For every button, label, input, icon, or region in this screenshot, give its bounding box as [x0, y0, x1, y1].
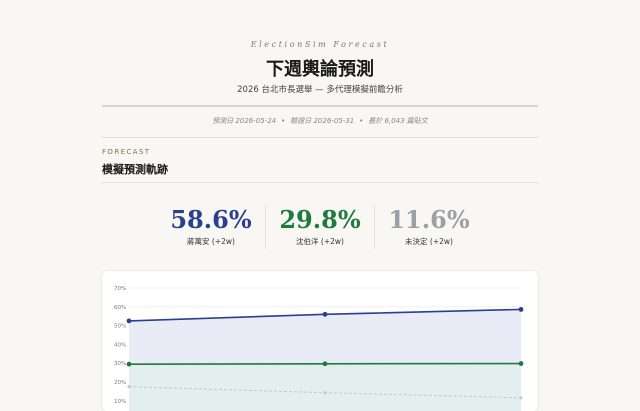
stats-row: 58.6% 蔣萬安 (+2w) 29.8% 沈伯洋 (+2w) 11.6% 未決…: [157, 205, 483, 249]
stat-label: 未決定 (+2w): [405, 237, 453, 246]
brand-label: ElectionSim Forecast: [250, 40, 390, 49]
meta-line: 預測日 2026-05-24 • 驗證日 2026-05-31 • 基於 6,043 篇…: [0, 116, 640, 126]
stat-value: 11.6%: [388, 205, 470, 234]
page-title: 下週輿論預測: [266, 59, 374, 80]
data-point[interactable]: [518, 307, 524, 312]
data-point[interactable]: [518, 361, 524, 366]
stat-undecided: 11.6% 未決定 (+2w): [374, 205, 483, 249]
forecast-date: 預測日 2026-05-24: [212, 117, 277, 125]
validation-date: 驗證日 2026-05-31: [290, 117, 355, 125]
separator-dot: •: [281, 117, 286, 125]
y-tick-label: 70%: [114, 286, 126, 292]
meta-divider: [102, 137, 538, 138]
stat-label: 蔣萬安 (+2w): [187, 237, 235, 246]
stat-value: 29.8%: [279, 205, 361, 234]
data-point[interactable]: [126, 318, 132, 324]
data-point[interactable]: [322, 311, 328, 317]
data-point[interactable]: [323, 391, 327, 395]
data-point[interactable]: [126, 361, 132, 367]
forecast-line-chart: 70%60%50%40%30%20%10%: [114, 286, 524, 411]
chart-card: 70% 60% 50% 40% 30% 20% 10%: [102, 271, 538, 411]
y-tick-label: 20%: [114, 380, 126, 386]
section-divider: [102, 182, 538, 183]
section-title: 模擬預測軌跡: [102, 163, 168, 176]
data-point[interactable]: [127, 385, 131, 389]
section-kicker: FORECAST: [102, 148, 151, 156]
y-tick-label: 40%: [114, 342, 126, 348]
stat-candidate-1: 58.6% 蔣萬安 (+2w): [157, 205, 265, 249]
y-tick-label: 30%: [114, 361, 126, 367]
y-tick-label: 60%: [114, 305, 126, 311]
stat-value: 58.6%: [170, 205, 252, 234]
stat-label: 沈伯洋 (+2w): [296, 237, 344, 246]
data-point[interactable]: [322, 361, 328, 367]
post-count: 基於 6,043 篇貼文: [368, 117, 428, 125]
y-tick-label: 50%: [114, 324, 126, 330]
series-area: [129, 363, 521, 411]
header-divider: [102, 105, 538, 107]
page-subtitle: 2026 台北市長選舉 — 多代理模擬前瞻分析: [237, 85, 403, 95]
stat-candidate-2: 29.8% 沈伯洋 (+2w): [265, 205, 374, 249]
separator-dot: •: [359, 117, 364, 125]
data-point[interactable]: [519, 396, 523, 400]
